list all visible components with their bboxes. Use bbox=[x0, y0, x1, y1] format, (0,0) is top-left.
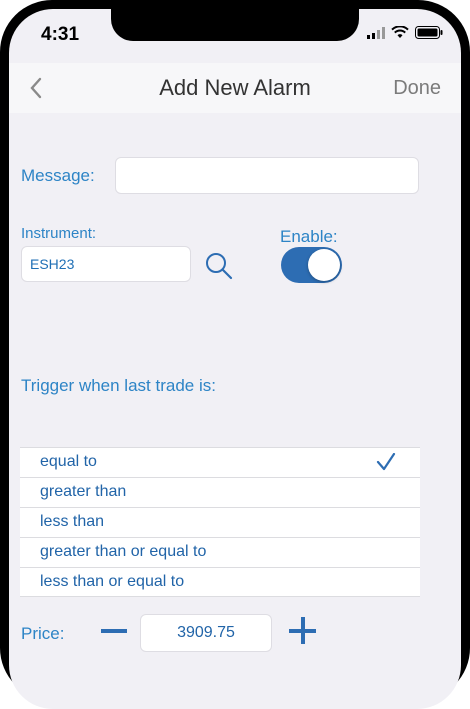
battery-icon bbox=[415, 26, 443, 39]
toggle-knob bbox=[308, 249, 340, 281]
option-equal-to[interactable]: equal to bbox=[20, 447, 420, 477]
trigger-label: Trigger when last trade is: bbox=[21, 376, 216, 395]
price-field[interactable]: 3909.75 bbox=[140, 614, 272, 652]
option-label: less than or equal to bbox=[40, 573, 185, 590]
option-label: equal to bbox=[40, 453, 97, 470]
phone-frame: 4:31 Add New Alarm Done Message: Instrum… bbox=[0, 0, 470, 709]
trigger-options-list: equal to greater than less than greater … bbox=[20, 447, 420, 597]
option-label: greater than bbox=[40, 483, 127, 500]
instrument-label: Instrument: bbox=[21, 225, 97, 242]
plus-vertical-bar bbox=[301, 617, 305, 644]
signal-icon bbox=[367, 26, 385, 39]
option-less-than[interactable]: less than bbox=[20, 507, 420, 537]
status-icons bbox=[367, 26, 443, 39]
message-label: Message: bbox=[21, 166, 95, 185]
enable-label: Enable: bbox=[280, 227, 338, 246]
wifi-icon bbox=[391, 26, 409, 38]
option-greater-than-or-equal-to[interactable]: greater than or equal to bbox=[20, 537, 420, 567]
status-time: 4:31 bbox=[41, 24, 80, 45]
screen: 4:31 Add New Alarm Done Message: Instrum… bbox=[9, 9, 461, 709]
nav-bar: Add New Alarm Done bbox=[9, 63, 461, 113]
enable-toggle[interactable] bbox=[281, 247, 342, 283]
option-label: greater than or equal to bbox=[40, 543, 207, 560]
notch bbox=[111, 9, 359, 41]
price-label: Price: bbox=[21, 624, 65, 643]
option-label: less than bbox=[40, 513, 105, 530]
message-field[interactable] bbox=[115, 157, 419, 194]
option-less-than-or-equal-to[interactable]: less than or equal to bbox=[20, 567, 420, 597]
search-icon[interactable] bbox=[204, 251, 234, 281]
option-greater-than[interactable]: greater than bbox=[20, 477, 420, 507]
minus-icon[interactable] bbox=[101, 629, 127, 633]
checkmark-icon bbox=[376, 453, 396, 471]
done-button[interactable]: Done bbox=[393, 77, 441, 100]
instrument-field[interactable]: ESH23 bbox=[21, 246, 191, 282]
